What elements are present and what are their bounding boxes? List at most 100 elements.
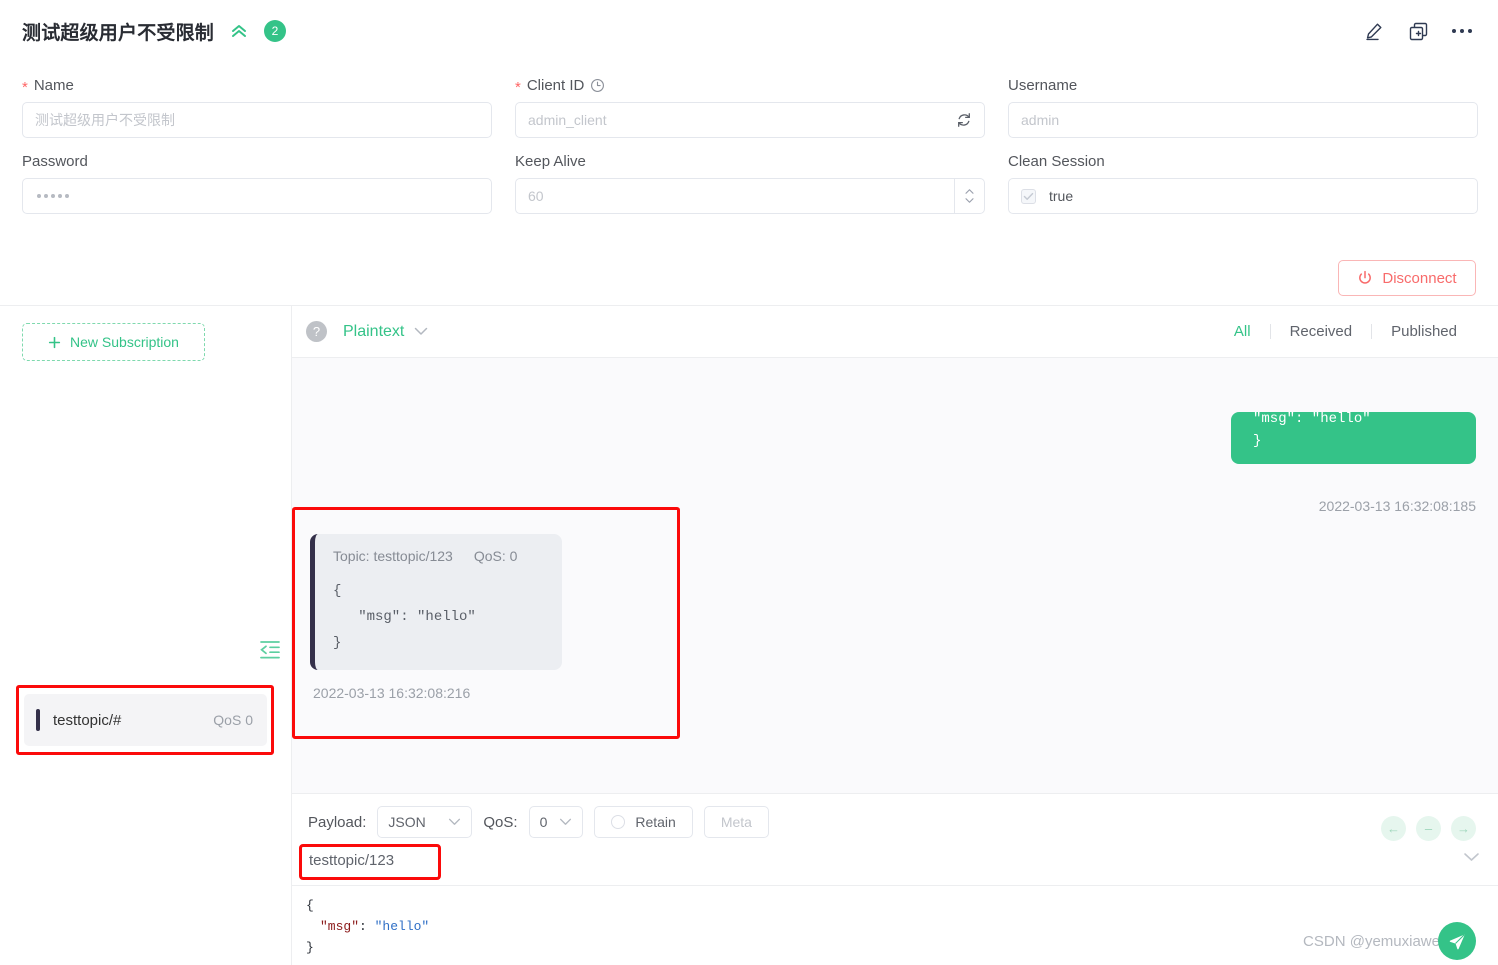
messages-column: ? Plaintext All Received Published "msg"… (292, 306, 1498, 965)
qos-select[interactable]: 0 (528, 806, 584, 838)
double-chevron-up-icon[interactable] (228, 20, 250, 42)
meta-button[interactable]: Meta (703, 806, 769, 838)
received-message-qos: QoS: 0 (473, 548, 518, 564)
name-input-placeholder: 测试超级用户不受限制 (35, 112, 175, 128)
stepper-up-icon[interactable] (964, 188, 975, 195)
published-message-line1: "msg": "hello" (1253, 411, 1371, 427)
plus-icon (48, 336, 61, 349)
retain-toggle[interactable]: Retain (594, 806, 693, 838)
editor-line-1: { (306, 898, 314, 913)
message-list[interactable]: "msg": "hello" } 2022-03-13 16:32:08:185… (292, 358, 1498, 793)
password-label-row: Password (22, 144, 492, 178)
send-icon (1448, 932, 1467, 951)
subscription-qos: QoS 0 (213, 712, 253, 728)
password-input[interactable] (22, 178, 492, 214)
payload-type-value: JSON (388, 814, 426, 830)
keep-alive-input-placeholder: 60 (528, 188, 544, 204)
main-body: New Subscription testtopic/# QoS 0 ? Pla… (0, 306, 1498, 965)
name-label-row: * Name (22, 68, 492, 102)
question-circle-icon[interactable]: ? (306, 321, 327, 342)
name-input[interactable]: 测试超级用户不受限制 (22, 102, 492, 138)
more-horizontal-icon[interactable] (1450, 19, 1474, 43)
required-asterisk: * (22, 78, 28, 96)
published-message-line2: } (1253, 433, 1262, 449)
chevron-down-icon[interactable] (1463, 852, 1480, 862)
qos-label: QoS: (483, 813, 518, 831)
collapse-panel-left-icon[interactable] (259, 640, 281, 660)
refresh-icon[interactable] (956, 112, 972, 128)
keep-alive-label-row: Keep Alive (515, 144, 985, 178)
disconnect-button[interactable]: Disconnect (1338, 260, 1476, 296)
page-title: 测试超级用户不受限制 (22, 22, 215, 44)
filter-tab-received[interactable]: Received (1271, 323, 1372, 340)
received-message-header: Topic: testtopic/123 QoS: 0 (333, 548, 546, 564)
name-label: Name (33, 76, 74, 94)
filter-tab-published[interactable]: Published (1372, 323, 1476, 340)
status-badge: 2 (264, 20, 287, 42)
field-password: Password (22, 144, 492, 220)
payload-format-selector[interactable]: Plaintext (343, 323, 428, 341)
client-id-label-row: * Client ID (515, 68, 985, 102)
editor-json-key: "msg" (320, 919, 360, 934)
pencil-icon[interactable] (1362, 19, 1386, 43)
published-message-bubble[interactable]: "msg": "hello" } (1231, 411, 1476, 464)
payload-label: Payload: (308, 813, 367, 831)
chevron-down-icon (448, 818, 461, 826)
field-client-id: * Client ID admin_client (515, 68, 985, 144)
connection-title-row: 测试超级用户不受限制 2 (0, 0, 1498, 62)
send-button[interactable] (1438, 922, 1476, 960)
clean-session-label: Clean Session (1008, 152, 1105, 170)
disconnect-button-label: Disconnect (1382, 269, 1457, 287)
qos-value: 0 (539, 814, 548, 830)
subscription-topic: testtopic/# (53, 711, 122, 729)
clean-session-checkbox[interactable] (1021, 188, 1036, 204)
publish-topic-input[interactable]: testtopic/123 (309, 852, 394, 869)
password-label: Password (22, 152, 88, 170)
clean-session-label-row: Clean Session (1008, 144, 1478, 178)
clean-session-value: true (1049, 188, 1074, 204)
payload-format-value: Plaintext (343, 322, 405, 340)
field-keep-alive: Keep Alive 60 (515, 144, 985, 220)
messages-toolbar: ? Plaintext All Received Published (292, 306, 1498, 358)
keep-alive-input[interactable]: 60 (515, 178, 985, 214)
meta-label: Meta (720, 814, 752, 830)
arrow-right-icon[interactable]: → (1451, 816, 1476, 841)
password-masked-value (35, 194, 69, 198)
new-subscription-label: New Subscription (70, 334, 179, 350)
minus-icon[interactable]: – (1416, 816, 1441, 841)
connection-actions: Disconnect (1338, 260, 1476, 296)
field-name: * Name 测试超级用户不受限制 (22, 68, 492, 144)
publish-toolbar: Payload: JSON QoS: 0 Retain Meta (292, 794, 1498, 838)
received-message-bubble[interactable]: Topic: testtopic/123 QoS: 0 { "msg": "he… (310, 534, 562, 670)
mqtt-client-window: 测试超级用户不受限制 2 * Name 测试超级用户不受限制 * Client … (0, 0, 1498, 965)
connection-form: * Name 测试超级用户不受限制 * Client ID admin_clie… (0, 62, 1498, 220)
username-input[interactable]: admin (1008, 102, 1478, 138)
username-input-placeholder: admin (1021, 112, 1060, 128)
required-asterisk: * (515, 78, 521, 96)
header-actions (1362, 19, 1474, 43)
stepper-down-icon[interactable] (964, 197, 975, 204)
clean-session-input[interactable]: true (1008, 178, 1478, 214)
subscriptions-panel: New Subscription testtopic/# QoS 0 (0, 306, 292, 965)
client-id-input-placeholder: admin_client (528, 112, 607, 128)
editor-json-colon: : (359, 919, 375, 934)
field-clean-session: Clean Session true (1008, 144, 1478, 220)
keep-alive-stepper[interactable] (954, 179, 984, 213)
add-square-stack-icon[interactable] (1406, 19, 1430, 43)
editor-nav-buttons: ← – → (1381, 816, 1476, 841)
editor-json-value: "hello" (374, 919, 430, 934)
field-username: Username admin (1008, 68, 1478, 144)
publish-area: Payload: JSON QoS: 0 Retain Meta testtop… (292, 793, 1498, 965)
subscription-item-testtopic[interactable]: testtopic/# QoS 0 (24, 694, 267, 746)
client-id-label: Client ID (526, 76, 585, 94)
new-subscription-button[interactable]: New Subscription (22, 323, 205, 361)
publish-topic-row: testtopic/123 (292, 844, 1498, 886)
retain-label: Retain (635, 814, 676, 830)
received-message-timestamp: 2022-03-13 16:32:08:216 (313, 685, 471, 701)
client-id-input[interactable]: admin_client (515, 102, 985, 138)
clock-icon[interactable] (590, 78, 605, 93)
filter-tab-all[interactable]: All (1215, 323, 1270, 340)
payload-type-select[interactable]: JSON (377, 806, 473, 838)
keep-alive-label: Keep Alive (515, 152, 586, 170)
arrow-left-icon[interactable]: ← (1381, 816, 1406, 841)
